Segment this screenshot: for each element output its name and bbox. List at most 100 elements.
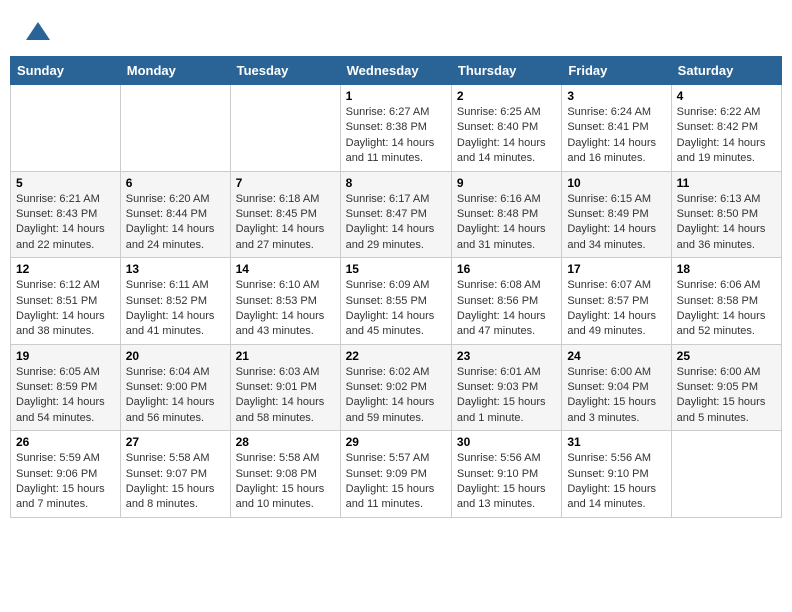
calendar-cell: 22Sunrise: 6:02 AMSunset: 9:02 PMDayligh…: [340, 344, 451, 431]
day-of-week-header: Friday: [562, 57, 671, 85]
day-number: 21: [236, 349, 335, 363]
calendar-cell: 11 Sunrise: 6:13 AMSunset: 8:50 PMDayligh…: [671, 171, 781, 258]
day-number: 5: [16, 176, 115, 190]
day-number: 11: [677, 176, 776, 190]
calendar-cell: 31 Sunrise: 5:56 AMSunset: 9:10 PMDayligh…: [562, 431, 671, 518]
calendar-cell: 23 Sunrise: 6:01 AMSunset: 9:03 PMDayligh…: [451, 344, 561, 431]
calendar-cell: 13 Sunrise: 6:11 AMSunset: 8:52 PMDayligh…: [120, 258, 230, 345]
logo-icon: [24, 18, 52, 46]
calendar-cell: [671, 431, 781, 518]
day-info: Sunrise: 5:59 AMSunset: 9:06 PMDaylight:…: [16, 451, 115, 513]
calendar-cell: 12 Sunrise: 6:12 AMSunset: 8:51 PMDayligh…: [11, 258, 121, 345]
calendar-cell: 2 Sunrise: 6:25 AMSunset: 8:40 PMDaylight…: [451, 85, 561, 172]
day-number: 7: [236, 176, 335, 190]
page-header: [10, 10, 782, 50]
day-number: 2: [457, 89, 556, 103]
day-of-week-header: Saturday: [671, 57, 781, 85]
day-info: Sunrise: 5:56 AMSunset: 9:10 PMDaylight:…: [567, 451, 665, 513]
day-number: 30: [457, 435, 556, 449]
calendar-cell: 14 Sunrise: 6:10 AMSunset: 8:53 PMDayligh…: [230, 258, 340, 345]
day-number: 26: [16, 435, 115, 449]
day-number: 16: [457, 262, 556, 276]
day-info: Sunrise: 5:57 AMSunset: 9:09 PMDaylight:…: [346, 451, 446, 513]
calendar-week-row: 1 Sunrise: 6:27 AMSunset: 8:38 PMDaylight…: [11, 85, 782, 172]
day-of-week-header: Sunday: [11, 57, 121, 85]
day-info: Sunrise: 6:25 AMSunset: 8:40 PMDaylight:…: [457, 105, 556, 167]
calendar-cell: 29Sunrise: 5:57 AMSunset: 9:09 PMDayligh…: [340, 431, 451, 518]
calendar-cell: 3 Sunrise: 6:24 AMSunset: 8:41 PMDaylight…: [562, 85, 671, 172]
day-number: 8: [346, 176, 446, 190]
day-number: 31: [567, 435, 665, 449]
day-info: Sunrise: 6:05 AMSunset: 8:59 PMDaylight:…: [16, 365, 115, 427]
day-info: Sunrise: 6:00 AMSunset: 9:05 PMDaylight:…: [677, 365, 776, 427]
calendar-cell: 7Sunrise: 6:18 AMSunset: 8:45 PMDaylight…: [230, 171, 340, 258]
day-number: 10: [567, 176, 665, 190]
calendar-week-row: 26 Sunrise: 5:59 AMSunset: 9:06 PMDayligh…: [11, 431, 782, 518]
day-info: Sunrise: 6:13 AMSunset: 8:50 PMDaylight:…: [677, 192, 776, 254]
day-number: 27: [126, 435, 225, 449]
day-info: Sunrise: 6:09 AMSunset: 8:55 PMDaylight:…: [346, 278, 446, 340]
day-info: Sunrise: 6:21 AMSunset: 8:43 PMDaylight:…: [16, 192, 115, 254]
day-number: 4: [677, 89, 776, 103]
calendar-cell: 6 Sunrise: 6:20 AMSunset: 8:44 PMDaylight…: [120, 171, 230, 258]
day-info: Sunrise: 6:20 AMSunset: 8:44 PMDaylight:…: [126, 192, 225, 254]
calendar-week-row: 12 Sunrise: 6:12 AMSunset: 8:51 PMDayligh…: [11, 258, 782, 345]
day-info: Sunrise: 5:56 AMSunset: 9:10 PMDaylight:…: [457, 451, 556, 513]
day-info: Sunrise: 5:58 AMSunset: 9:07 PMDaylight:…: [126, 451, 225, 513]
calendar-cell: 9Sunrise: 6:16 AMSunset: 8:48 PMDaylight…: [451, 171, 561, 258]
day-number: 20: [126, 349, 225, 363]
day-number: 25: [677, 349, 776, 363]
calendar-header-row: SundayMondayTuesdayWednesdayThursdayFrid…: [11, 57, 782, 85]
day-info: Sunrise: 6:03 AMSunset: 9:01 PMDaylight:…: [236, 365, 335, 427]
day-number: 1: [346, 89, 446, 103]
day-number: 15: [346, 262, 446, 276]
day-number: 12: [16, 262, 115, 276]
day-info: Sunrise: 6:24 AMSunset: 8:41 PMDaylight:…: [567, 105, 665, 167]
calendar-cell: 19 Sunrise: 6:05 AMSunset: 8:59 PMDayligh…: [11, 344, 121, 431]
day-number: 19: [16, 349, 115, 363]
day-number: 9: [457, 176, 556, 190]
calendar-cell: 24Sunrise: 6:00 AMSunset: 9:04 PMDayligh…: [562, 344, 671, 431]
calendar-cell: 18Sunrise: 6:06 AMSunset: 8:58 PMDayligh…: [671, 258, 781, 345]
calendar-cell: 17 Sunrise: 6:07 AMSunset: 8:57 PMDayligh…: [562, 258, 671, 345]
calendar-cell: 8 Sunrise: 6:17 AMSunset: 8:47 PMDaylight…: [340, 171, 451, 258]
day-info: Sunrise: 6:01 AMSunset: 9:03 PMDaylight:…: [457, 365, 556, 427]
calendar-cell: 21 Sunrise: 6:03 AMSunset: 9:01 PMDayligh…: [230, 344, 340, 431]
day-of-week-header: Wednesday: [340, 57, 451, 85]
logo: [22, 18, 52, 46]
day-of-week-header: Tuesday: [230, 57, 340, 85]
day-info: Sunrise: 6:17 AMSunset: 8:47 PMDaylight:…: [346, 192, 446, 254]
day-number: 13: [126, 262, 225, 276]
calendar-cell: 30 Sunrise: 5:56 AMSunset: 9:10 PMDayligh…: [451, 431, 561, 518]
day-info: Sunrise: 6:27 AMSunset: 8:38 PMDaylight:…: [346, 105, 446, 167]
calendar-cell: [230, 85, 340, 172]
calendar-table: SundayMondayTuesdayWednesdayThursdayFrid…: [10, 56, 782, 518]
calendar-cell: 15 Sunrise: 6:09 AMSunset: 8:55 PMDayligh…: [340, 258, 451, 345]
day-number: 23: [457, 349, 556, 363]
day-info: Sunrise: 6:07 AMSunset: 8:57 PMDaylight:…: [567, 278, 665, 340]
calendar-week-row: 19 Sunrise: 6:05 AMSunset: 8:59 PMDayligh…: [11, 344, 782, 431]
day-info: Sunrise: 6:22 AMSunset: 8:42 PMDaylight:…: [677, 105, 776, 167]
day-info: Sunrise: 6:10 AMSunset: 8:53 PMDaylight:…: [236, 278, 335, 340]
calendar-cell: 26 Sunrise: 5:59 AMSunset: 9:06 PMDayligh…: [11, 431, 121, 518]
calendar-cell: 25 Sunrise: 6:00 AMSunset: 9:05 PMDayligh…: [671, 344, 781, 431]
calendar-cell: [120, 85, 230, 172]
calendar-cell: 20 Sunrise: 6:04 AMSunset: 9:00 PMDayligh…: [120, 344, 230, 431]
day-info: Sunrise: 6:02 AMSunset: 9:02 PMDaylight:…: [346, 365, 446, 427]
calendar-cell: [11, 85, 121, 172]
day-number: 6: [126, 176, 225, 190]
day-info: Sunrise: 6:04 AMSunset: 9:00 PMDaylight:…: [126, 365, 225, 427]
calendar-cell: 1 Sunrise: 6:27 AMSunset: 8:38 PMDaylight…: [340, 85, 451, 172]
day-number: 17: [567, 262, 665, 276]
calendar-cell: 27 Sunrise: 5:58 AMSunset: 9:07 PMDayligh…: [120, 431, 230, 518]
day-info: Sunrise: 6:15 AMSunset: 8:49 PMDaylight:…: [567, 192, 665, 254]
calendar-week-row: 5 Sunrise: 6:21 AMSunset: 8:43 PMDaylight…: [11, 171, 782, 258]
day-info: Sunrise: 5:58 AMSunset: 9:08 PMDaylight:…: [236, 451, 335, 513]
calendar-cell: 28 Sunrise: 5:58 AMSunset: 9:08 PMDayligh…: [230, 431, 340, 518]
day-info: Sunrise: 6:06 AMSunset: 8:58 PMDaylight:…: [677, 278, 776, 340]
day-info: Sunrise: 6:11 AMSunset: 8:52 PMDaylight:…: [126, 278, 225, 340]
day-number: 28: [236, 435, 335, 449]
day-info: Sunrise: 6:12 AMSunset: 8:51 PMDaylight:…: [16, 278, 115, 340]
day-number: 14: [236, 262, 335, 276]
day-number: 3: [567, 89, 665, 103]
